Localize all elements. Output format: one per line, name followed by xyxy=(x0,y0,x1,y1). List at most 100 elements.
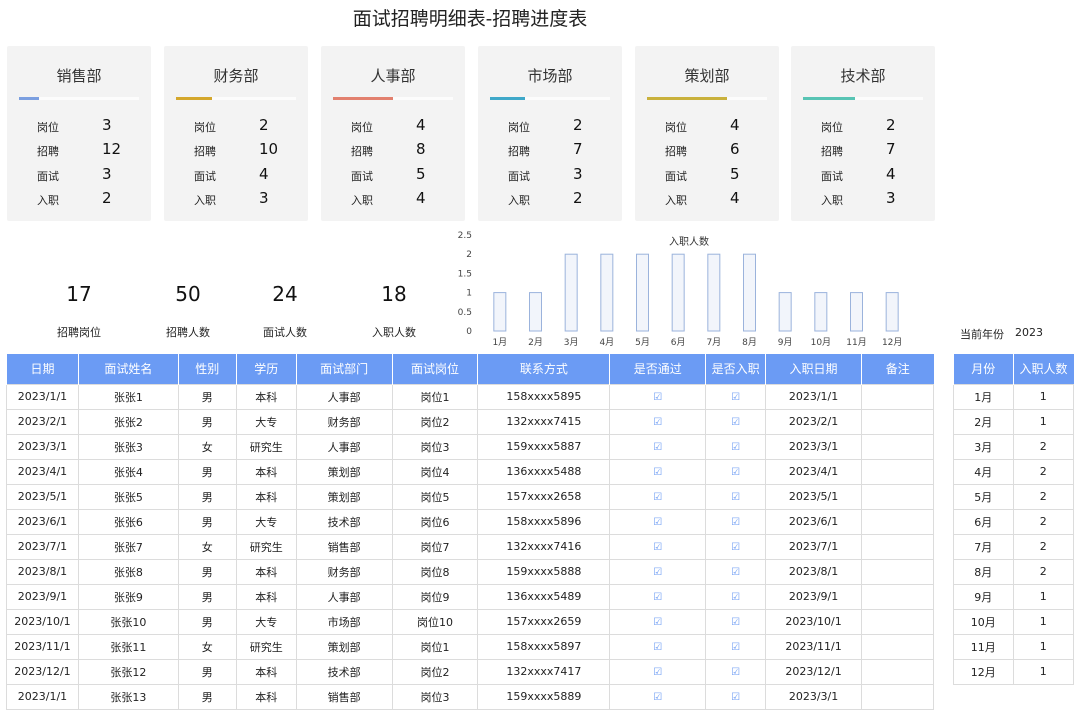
passed-checkbox[interactable]: ☑ xyxy=(609,508,707,535)
passed-checkbox[interactable]: ☑ xyxy=(609,633,707,660)
check-icon[interactable]: ☑ xyxy=(731,643,741,653)
dept-progress-fill xyxy=(490,97,525,100)
onboarded-checkbox[interactable]: ☑ xyxy=(705,383,767,410)
check-icon[interactable]: ☑ xyxy=(653,568,663,578)
table-header-cell[interactable]: 学历 xyxy=(235,354,297,384)
chart-bar xyxy=(778,292,792,332)
onboarded-checkbox[interactable]: ☑ xyxy=(705,433,767,460)
onboarded-checkbox[interactable]: ☑ xyxy=(705,533,767,560)
check-icon[interactable]: ☑ xyxy=(653,643,663,653)
onboarded-checkbox[interactable]: ☑ xyxy=(705,633,767,660)
table-cell: 岗位1 xyxy=(391,633,479,660)
onboarded-checkbox[interactable]: ☑ xyxy=(705,658,767,685)
check-icon[interactable]: ☑ xyxy=(653,693,663,703)
onboarded-checkbox[interactable]: ☑ xyxy=(705,483,767,510)
onboarded-checkbox[interactable]: ☑ xyxy=(705,558,767,585)
check-icon[interactable]: ☑ xyxy=(653,418,663,428)
chart-bar xyxy=(707,253,721,332)
x-tick-label: 11月 xyxy=(846,337,866,348)
table-header-cell[interactable]: 入职日期 xyxy=(765,354,862,384)
check-icon[interactable]: ☑ xyxy=(731,418,741,428)
month-table-cell: 1 xyxy=(1012,608,1075,635)
check-icon[interactable]: ☑ xyxy=(653,468,663,478)
onboarded-checkbox[interactable]: ☑ xyxy=(705,683,767,710)
table-header-cell[interactable]: 备注 xyxy=(861,354,934,384)
passed-checkbox[interactable]: ☑ xyxy=(609,608,707,635)
check-icon[interactable]: ☑ xyxy=(653,593,663,603)
table-cell: 本科 xyxy=(235,583,297,610)
stat-value: 3 xyxy=(102,116,112,134)
onboarded-checkbox[interactable]: ☑ xyxy=(705,583,767,610)
table-header-cell[interactable]: 性别 xyxy=(177,354,237,384)
month-table-row: 3月 2 xyxy=(953,433,1075,460)
passed-checkbox[interactable]: ☑ xyxy=(609,683,707,710)
check-icon[interactable]: ☑ xyxy=(653,443,663,453)
dept-progress-fill xyxy=(333,97,393,100)
passed-checkbox[interactable]: ☑ xyxy=(609,658,707,685)
table-header-cell[interactable]: 面试部门 xyxy=(295,354,393,384)
passed-checkbox[interactable]: ☑ xyxy=(609,583,707,610)
check-icon[interactable]: ☑ xyxy=(653,668,663,678)
table-cell: 岗位3 xyxy=(391,683,479,710)
kpi-value: 24 xyxy=(272,282,298,306)
passed-checkbox[interactable]: ☑ xyxy=(609,433,707,460)
check-icon[interactable]: ☑ xyxy=(653,393,663,403)
passed-checkbox[interactable]: ☑ xyxy=(609,483,707,510)
dept-stat-positions: 岗位 4 xyxy=(351,116,451,136)
table-cell: 159xxxx5888 xyxy=(477,558,611,585)
page-title: 面试招聘明细表-招聘进度表 xyxy=(352,8,588,30)
check-icon[interactable]: ☑ xyxy=(731,468,741,478)
dept-stat-interview: 面试 5 xyxy=(351,165,451,185)
check-icon[interactable]: ☑ xyxy=(731,568,741,578)
check-icon[interactable]: ☑ xyxy=(731,693,741,703)
check-icon[interactable]: ☑ xyxy=(731,668,741,678)
table-cell: 张张7 xyxy=(77,533,179,560)
onboarded-checkbox[interactable]: ☑ xyxy=(705,408,767,435)
stat-value: 3 xyxy=(102,165,112,183)
kpi-label: 招聘人数 xyxy=(166,326,210,339)
check-icon[interactable]: ☑ xyxy=(731,393,741,403)
check-icon[interactable]: ☑ xyxy=(653,518,663,528)
month-table-cell: 3月 xyxy=(953,433,1014,460)
check-icon[interactable]: ☑ xyxy=(731,618,741,628)
month-table-cell: 1 xyxy=(1012,633,1075,660)
check-icon[interactable]: ☑ xyxy=(653,543,663,553)
passed-checkbox[interactable]: ☑ xyxy=(609,383,707,410)
passed-checkbox[interactable]: ☑ xyxy=(609,533,707,560)
check-icon[interactable]: ☑ xyxy=(731,543,741,553)
dept-stat-interview: 面试 5 xyxy=(665,165,765,185)
table-cell: 岗位10 xyxy=(391,608,479,635)
table-header-cell[interactable]: 是否通过 xyxy=(609,354,706,384)
passed-checkbox[interactable]: ☑ xyxy=(609,558,707,585)
table-header-cell[interactable]: 是否入职 xyxy=(705,354,766,384)
onboarded-checkbox[interactable]: ☑ xyxy=(705,458,767,485)
table-cell: 2023/12/1 xyxy=(6,658,79,685)
check-icon[interactable]: ☑ xyxy=(731,518,741,528)
table-cell: 2023/5/1 xyxy=(6,483,79,510)
table-cell xyxy=(861,483,934,510)
table-cell: 研究生 xyxy=(235,633,297,660)
table-cell: 2023/3/1 xyxy=(6,433,79,460)
table-cell: 张张4 xyxy=(77,458,179,485)
table-header-cell[interactable]: 联系方式 xyxy=(477,354,610,384)
table-cell xyxy=(861,558,934,585)
table-row: 2023/4/1 张张4 男本科 策划部 岗位4 136xxxx5488 ☑ ☑ 2023/4/… xyxy=(6,458,934,485)
onboard-chart: 入职人数 0 0.5 1 1.5 2 2.5 1月 2月 3月 4月 5月 6月 7月 8月 9月 10月 11月… xyxy=(440,228,920,350)
onboarded-checkbox[interactable]: ☑ xyxy=(705,508,767,535)
check-icon[interactable]: ☑ xyxy=(731,593,741,603)
check-icon[interactable]: ☑ xyxy=(653,618,663,628)
onboarded-checkbox[interactable]: ☑ xyxy=(705,608,767,635)
check-icon[interactable]: ☑ xyxy=(653,493,663,503)
check-icon[interactable]: ☑ xyxy=(731,493,741,503)
x-tick-label: 5月 xyxy=(635,337,650,348)
passed-checkbox[interactable]: ☑ xyxy=(609,458,707,485)
table-header-cell[interactable]: 面试岗位 xyxy=(391,354,478,384)
dept-name: 财务部 xyxy=(213,67,259,85)
table-cell: 男 xyxy=(177,408,237,435)
passed-checkbox[interactable]: ☑ xyxy=(609,408,707,435)
dept-card: 财务部 岗位 2 招聘 10 面试 4 入职 3 xyxy=(164,46,308,221)
table-header-cell[interactable]: 面试姓名 xyxy=(77,354,179,384)
table-header-cell[interactable]: 日期 xyxy=(6,354,79,384)
check-icon[interactable]: ☑ xyxy=(731,443,741,453)
table-cell: 2023/8/1 xyxy=(6,558,79,585)
